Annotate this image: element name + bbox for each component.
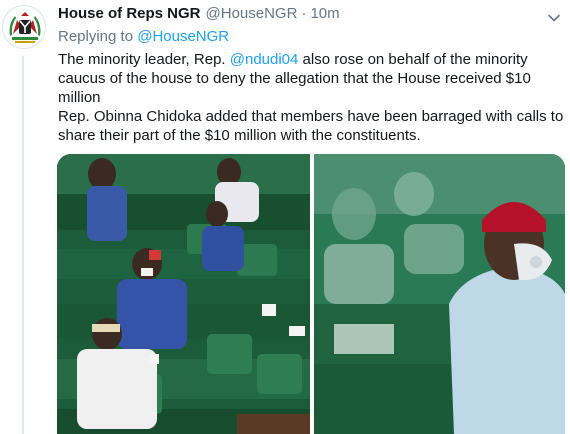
replying-to-line: Replying to @HouseNGR	[58, 28, 229, 45]
separator-dot: ·	[301, 5, 307, 22]
media-grid	[57, 154, 565, 434]
author-handle[interactable]: @HouseNGR	[206, 5, 298, 22]
tweet-text: The minority leader, Rep. @ndudi04 also …	[58, 50, 568, 145]
avatar[interactable]	[2, 5, 46, 49]
photo-chamber-members-seated[interactable]	[57, 154, 310, 434]
photo-member-with-red-cap[interactable]	[314, 154, 565, 434]
chevron-down-icon[interactable]	[546, 10, 562, 26]
tweet-paragraph-2: Rep. Obinna Chidoka added that members h…	[58, 108, 564, 144]
mention-link[interactable]: @ndudi04	[230, 51, 299, 68]
nigeria-coat-of-arms-icon	[4, 7, 45, 48]
author-display-name[interactable]: House of Reps NGR	[58, 5, 201, 22]
tweet-paragraph-1: The minority leader, Rep. @ndudi04 also …	[58, 50, 568, 107]
thread-connector-line	[22, 56, 24, 434]
reply-to-handle-link[interactable]: @HouseNGR	[137, 28, 229, 45]
tweet-text-part: The minority leader, Rep.	[58, 51, 230, 68]
tweet-timestamp[interactable]: 10m	[310, 5, 339, 22]
tweet-header: House of Reps NGR @HouseNGR · 10m	[58, 5, 540, 25]
reply-prefix: Replying to	[58, 28, 134, 45]
